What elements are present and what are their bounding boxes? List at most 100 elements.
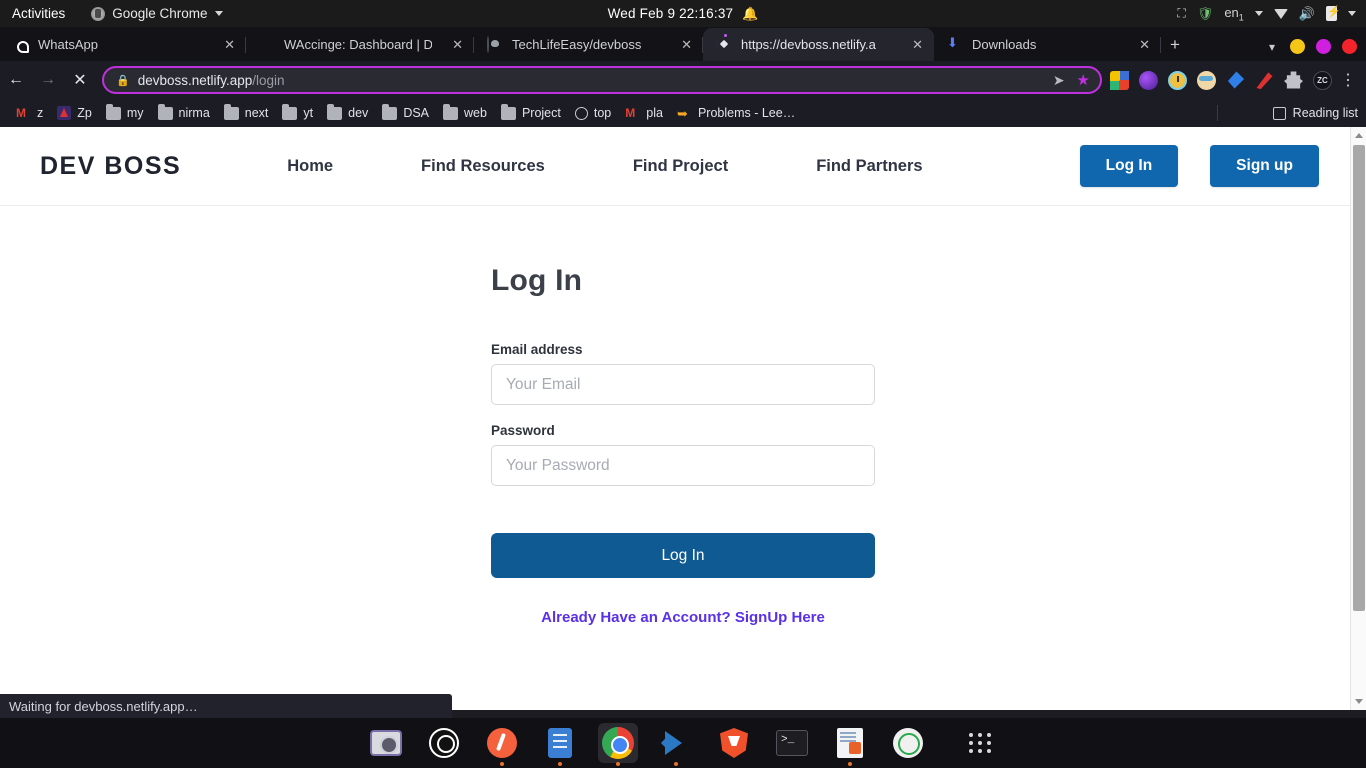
browser-tab[interactable]: TechLifeEasy/devboss ✕ xyxy=(474,28,703,61)
extension-blue-bird-icon[interactable] xyxy=(1227,71,1245,89)
extension-purple-orb-icon[interactable] xyxy=(1139,70,1158,90)
clock-icon xyxy=(574,106,588,120)
signup-link[interactable]: Already Have an Account? SignUp Here xyxy=(491,609,875,626)
close-icon[interactable]: ✕ xyxy=(1137,37,1152,53)
browser-tab[interactable]: WhatsApp ✕ xyxy=(0,28,246,61)
site-header-actions: Log In Sign up xyxy=(1079,145,1319,187)
forward-button[interactable]: → xyxy=(32,64,64,96)
chevron-down-icon[interactable]: ▾ xyxy=(1269,40,1275,54)
close-icon[interactable]: ✕ xyxy=(222,37,237,53)
close-icon[interactable]: ✕ xyxy=(450,37,465,53)
bookmark-item[interactable]: Mpla xyxy=(618,104,670,122)
scrollbar-thumb[interactable] xyxy=(1353,145,1365,611)
extensions-row: ZC xyxy=(1110,70,1340,90)
whatsapp-icon xyxy=(13,37,29,53)
folder-icon xyxy=(382,103,398,120)
extension-alarm-icon[interactable] xyxy=(1168,70,1187,90)
active-app-menu[interactable]: Google Chrome xyxy=(91,6,223,21)
folder-icon xyxy=(282,103,298,120)
dock-item-firefox-nightly[interactable] xyxy=(482,723,522,766)
nav-link-home[interactable]: Home xyxy=(243,157,377,176)
files-icon xyxy=(548,728,572,758)
activities-button[interactable]: Activities xyxy=(12,6,65,21)
notifications-bell-icon: 🔔 xyxy=(742,5,759,21)
scroll-down-icon[interactable] xyxy=(1355,699,1363,704)
dock-item-terminal[interactable] xyxy=(772,723,812,763)
reading-list-button[interactable]: Reading list xyxy=(1272,106,1358,120)
gnome-status-area[interactable]: ⛶ 🛡 en1 🔊 xyxy=(1177,0,1356,27)
scroll-up-icon[interactable] xyxy=(1355,133,1363,138)
chrome-icon xyxy=(602,727,634,759)
site-logo[interactable]: DEV BOSS xyxy=(40,152,181,181)
extension-zc-icon[interactable]: ZC xyxy=(1313,70,1332,90)
bookmark-item[interactable]: Zp xyxy=(50,104,99,122)
password-input[interactable] xyxy=(491,445,875,486)
volume-icon: 🔊 xyxy=(1298,5,1315,21)
dock-item-obs-studio[interactable] xyxy=(424,723,464,763)
header-login-button[interactable]: Log In xyxy=(1079,145,1179,187)
send-icon[interactable]: ➤ xyxy=(1053,72,1065,89)
chevron-down-icon xyxy=(1348,11,1356,16)
login-submit-button[interactable]: Log In xyxy=(491,533,875,578)
chrome-menu-icon[interactable]: ⋮ xyxy=(1340,70,1366,90)
dock-item-document-viewer[interactable] xyxy=(830,723,870,766)
bookmark-item[interactable]: DSA xyxy=(375,103,436,122)
extension-puzzle-icon[interactable] xyxy=(1284,71,1303,89)
nav-link-find-project[interactable]: Find Project xyxy=(589,157,772,176)
browser-tab-active[interactable]: https://devboss.netlify.a ✕ xyxy=(703,28,934,61)
window-minimize-button[interactable] xyxy=(1290,39,1305,54)
extension-face-icon[interactable] xyxy=(1197,70,1216,90)
site-header: DEV BOSS Home Find Resources Find Projec… xyxy=(0,127,1366,206)
email-field-group: Email address xyxy=(491,342,875,405)
bookmark-item[interactable]: Project xyxy=(494,103,568,122)
bookmark-item[interactable]: Mz xyxy=(9,104,50,122)
dock-item-files[interactable] xyxy=(540,723,580,766)
bookmark-item[interactable]: ➥ Problems - Lee… xyxy=(670,104,802,122)
extension-red-pen-icon[interactable] xyxy=(1256,72,1273,90)
dock-item-cheese-camera[interactable] xyxy=(366,723,406,763)
bookmark-item[interactable]: web xyxy=(436,103,494,122)
nav-link-find-resources[interactable]: Find Resources xyxy=(377,157,589,176)
bookmark-label: Project xyxy=(521,106,561,120)
header-signup-button[interactable]: Sign up xyxy=(1210,145,1319,187)
back-button[interactable]: ← xyxy=(0,64,32,96)
dock-item-google-chrome[interactable] xyxy=(598,723,638,766)
keyboard-language-indicator[interactable]: en1 xyxy=(1224,5,1243,23)
bookmark-item[interactable]: yt xyxy=(275,103,320,122)
close-icon[interactable]: ✕ xyxy=(910,37,925,53)
page-scrollbar[interactable] xyxy=(1350,127,1366,710)
bookmark-star-icon[interactable]: ★ xyxy=(1077,71,1090,89)
bookmark-item[interactable]: next xyxy=(217,103,276,122)
new-tab-button[interactable]: + xyxy=(1161,31,1189,59)
window-maximize-button[interactable] xyxy=(1316,39,1331,54)
grid-icon xyxy=(966,729,994,757)
tab-divider xyxy=(1160,37,1161,53)
extension-colorgrid-icon[interactable] xyxy=(1110,70,1129,90)
browser-tab[interactable]: Downloads ✕ xyxy=(934,28,1161,61)
zp-icon xyxy=(57,106,72,120)
status-bubble: Waiting for devboss.netlify.app… xyxy=(0,694,452,718)
tab-title: https://devboss.netlify.a xyxy=(741,37,876,52)
dock-item-timer[interactable] xyxy=(888,723,928,763)
lock-icon[interactable]: 🔒 xyxy=(116,74,130,87)
bookmark-item[interactable]: dev xyxy=(320,103,375,122)
stop-loading-button[interactable]: ✕ xyxy=(64,64,96,96)
email-input[interactable] xyxy=(491,364,875,405)
bookmark-label: top xyxy=(593,106,612,120)
bookmark-item[interactable]: top xyxy=(568,104,618,122)
bookmark-item[interactable]: nirma xyxy=(151,103,217,122)
login-form: Log In Email address Password Log In Alr… xyxy=(491,264,875,626)
browser-tab[interactable]: WAccinge: Dashboard | D ✕ xyxy=(246,28,474,61)
bookmark-label: yt xyxy=(303,106,314,120)
nav-link-find-partners[interactable]: Find Partners xyxy=(772,157,966,176)
dock-item-vs-code[interactable] xyxy=(656,723,696,766)
leetcode-icon: ➥ xyxy=(676,105,688,121)
bookmark-item[interactable]: my xyxy=(99,103,151,122)
dock-item-show-applications[interactable] xyxy=(960,723,1000,763)
dock-item-brave-browser[interactable] xyxy=(714,723,754,763)
address-bar[interactable]: 🔒 devboss.netlify.app/login ➤ ★ xyxy=(102,66,1102,94)
bookmark-label: Zp xyxy=(77,106,92,120)
close-icon[interactable]: ✕ xyxy=(679,37,694,53)
folder-icon xyxy=(443,103,459,120)
window-close-button[interactable] xyxy=(1342,39,1357,54)
